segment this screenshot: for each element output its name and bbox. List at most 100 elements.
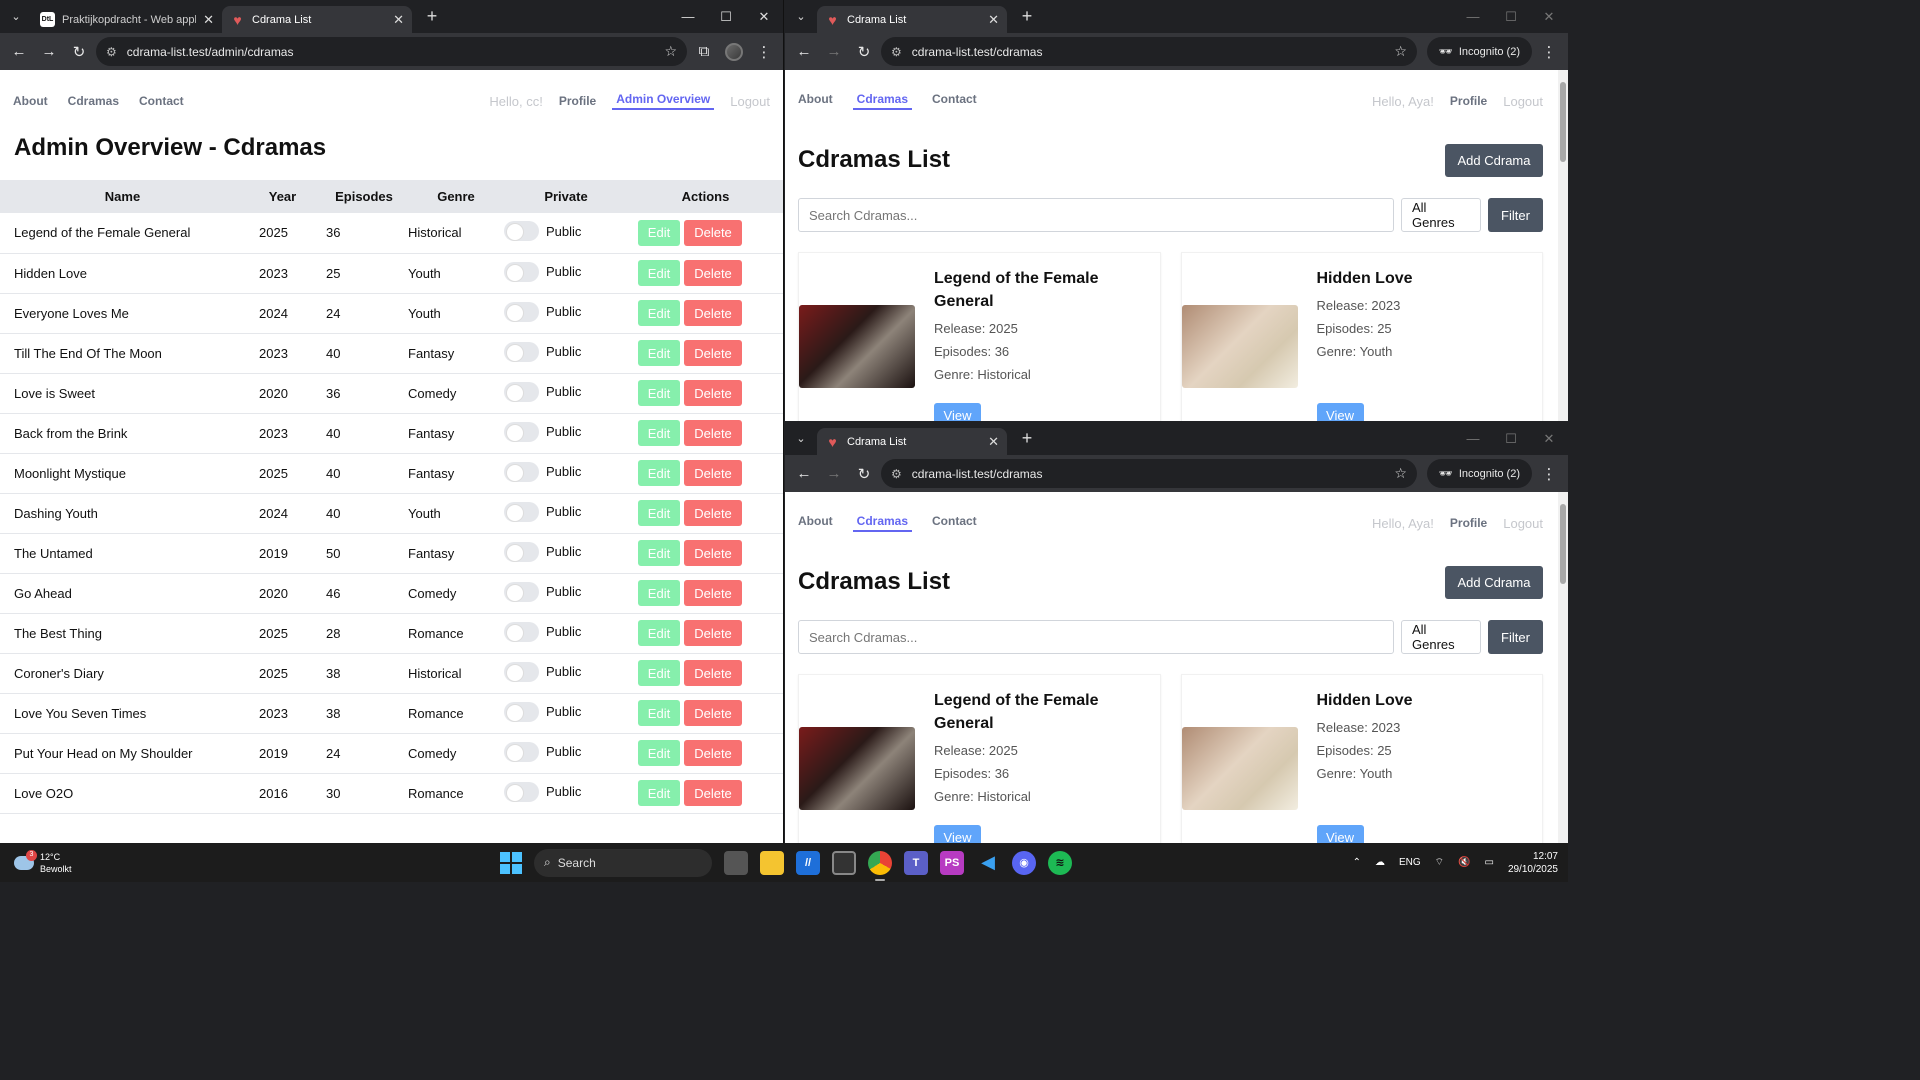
- vertical-scrollbar[interactable]: [1558, 70, 1568, 421]
- nav-contact[interactable]: Contact: [139, 94, 184, 108]
- delete-button[interactable]: Delete: [684, 780, 742, 806]
- edit-button[interactable]: Edit: [638, 300, 680, 326]
- delete-button[interactable]: Delete: [684, 700, 742, 726]
- genre-select[interactable]: All Genres: [1401, 198, 1481, 232]
- edit-button[interactable]: Edit: [638, 500, 680, 526]
- private-toggle[interactable]: Public: [504, 541, 581, 562]
- new-tab-plus-icon[interactable]: +: [1017, 428, 1037, 449]
- nav-contact[interactable]: Contact: [932, 92, 977, 110]
- vscode-icon[interactable]: ◀: [976, 851, 1000, 875]
- maximize-icon[interactable]: ☐: [707, 0, 745, 33]
- edit-button[interactable]: Edit: [638, 460, 680, 486]
- tab-cdrama-list[interactable]: ♥ Cdrama List ✕: [817, 428, 1007, 455]
- private-toggle[interactable]: Public: [504, 341, 581, 362]
- minimize-icon[interactable]: —: [1454, 0, 1492, 33]
- delete-button[interactable]: Delete: [684, 300, 742, 326]
- toggle-switch[interactable]: [504, 381, 539, 402]
- address-bar[interactable]: ⚙ cdrama-list.test/cdramas ☆: [881, 459, 1417, 488]
- bookmark-star-icon[interactable]: ☆: [1394, 465, 1407, 482]
- edit-button[interactable]: Edit: [638, 540, 680, 566]
- nav-profile[interactable]: Profile: [1450, 516, 1487, 530]
- nav-logout[interactable]: Logout: [1503, 516, 1543, 531]
- private-toggle[interactable]: Public: [504, 381, 581, 402]
- onedrive-cloud-icon[interactable]: ☁: [1375, 857, 1385, 868]
- spotify-icon[interactable]: ≋: [1048, 850, 1072, 875]
- toggle-switch[interactable]: [504, 501, 539, 522]
- edit-button[interactable]: Edit: [638, 660, 680, 686]
- private-toggle[interactable]: Public: [504, 781, 581, 802]
- private-toggle[interactable]: Public: [504, 421, 581, 442]
- search-input[interactable]: [798, 198, 1394, 232]
- language-indicator[interactable]: ENG: [1399, 857, 1421, 868]
- nav-cdramas[interactable]: Cdramas: [852, 92, 913, 110]
- filter-button[interactable]: Filter: [1488, 198, 1543, 232]
- task-view-icon[interactable]: [724, 850, 748, 875]
- site-info-icon[interactable]: ⚙: [106, 45, 117, 59]
- battery-icon[interactable]: ▭: [1484, 857, 1493, 868]
- chrome-icon[interactable]: [868, 850, 892, 881]
- private-toggle[interactable]: Public: [504, 621, 581, 642]
- delete-button[interactable]: Delete: [684, 540, 742, 566]
- tab-praktijkopdracht[interactable]: DtL Praktijkopdracht - Web applicat ✕: [32, 6, 222, 33]
- close-window-icon[interactable]: ✕: [1530, 0, 1568, 33]
- tab-cdrama-list[interactable]: ♥ Cdrama List ✕: [817, 6, 1007, 33]
- close-tab-icon[interactable]: ✕: [988, 434, 999, 450]
- maximize-icon[interactable]: ☐: [1492, 422, 1530, 455]
- back-arrow-icon[interactable]: ←: [791, 461, 817, 487]
- maximize-icon[interactable]: ☐: [1492, 0, 1530, 33]
- edit-button[interactable]: Edit: [638, 780, 680, 806]
- taskbar-search[interactable]: ⌕ Search: [534, 848, 712, 877]
- close-tab-icon[interactable]: ✕: [393, 12, 404, 28]
- reload-icon[interactable]: ↻: [851, 461, 877, 487]
- nav-admin-overview[interactable]: Admin Overview: [612, 92, 715, 110]
- edit-button[interactable]: Edit: [638, 620, 680, 646]
- view-button[interactable]: View: [1316, 825, 1364, 843]
- site-info-icon[interactable]: ⚙: [891, 45, 902, 59]
- edit-button[interactable]: Edit: [638, 740, 680, 766]
- private-toggle[interactable]: Public: [504, 701, 581, 722]
- toggle-switch[interactable]: [504, 701, 539, 722]
- private-toggle[interactable]: Public: [504, 581, 581, 602]
- view-button[interactable]: View: [1316, 403, 1364, 421]
- reload-icon[interactable]: ↻: [66, 39, 92, 65]
- forward-arrow-icon[interactable]: →: [821, 39, 847, 65]
- nav-contact[interactable]: Contact: [932, 514, 977, 532]
- private-toggle[interactable]: Public: [504, 301, 581, 322]
- delete-button[interactable]: Delete: [684, 500, 742, 526]
- edit-button[interactable]: Edit: [638, 580, 680, 606]
- weather-widget[interactable]: 3 12°C Bewolkt: [14, 849, 72, 875]
- toggle-switch[interactable]: [504, 741, 539, 762]
- toggle-switch[interactable]: [504, 301, 539, 322]
- teams-icon[interactable]: T: [904, 850, 928, 875]
- close-window-icon[interactable]: ✕: [1530, 422, 1568, 455]
- delete-button[interactable]: Delete: [684, 219, 742, 246]
- chevron-up-icon[interactable]: ⌃: [1353, 857, 1361, 868]
- site-info-icon[interactable]: ⚙: [891, 467, 902, 481]
- edit-button[interactable]: Edit: [638, 700, 680, 726]
- toggle-switch[interactable]: [504, 621, 539, 642]
- nav-about[interactable]: About: [13, 94, 48, 108]
- vertical-scrollbar[interactable]: [1558, 492, 1568, 843]
- file-explorer-icon[interactable]: [760, 850, 784, 875]
- edit-button[interactable]: Edit: [638, 380, 680, 406]
- toggle-switch[interactable]: [504, 221, 539, 242]
- bookmark-star-icon[interactable]: ☆: [664, 43, 677, 60]
- tab-search-button[interactable]: ⌄: [785, 422, 817, 455]
- discord-icon[interactable]: ◉: [1012, 850, 1036, 875]
- view-button[interactable]: View: [934, 825, 981, 843]
- nav-logout[interactable]: Logout: [1503, 94, 1543, 109]
- profile-avatar[interactable]: [721, 39, 747, 65]
- toggle-switch[interactable]: [504, 781, 539, 802]
- search-input[interactable]: [798, 620, 1394, 654]
- address-bar[interactable]: ⚙ cdrama-list.test/cdramas ☆: [881, 37, 1417, 66]
- delete-button[interactable]: Delete: [684, 660, 742, 686]
- menu-kebab-icon[interactable]: ⋮: [1536, 39, 1562, 65]
- reload-icon[interactable]: ↻: [851, 39, 877, 65]
- edit-button[interactable]: Edit: [638, 219, 680, 246]
- private-toggle[interactable]: Public: [504, 741, 581, 762]
- private-toggle[interactable]: Public: [504, 501, 581, 522]
- genre-select[interactable]: All Genres: [1401, 620, 1481, 654]
- forward-arrow-icon[interactable]: →: [821, 461, 847, 487]
- filter-button[interactable]: Filter: [1488, 620, 1543, 654]
- toggle-switch[interactable]: [504, 661, 539, 682]
